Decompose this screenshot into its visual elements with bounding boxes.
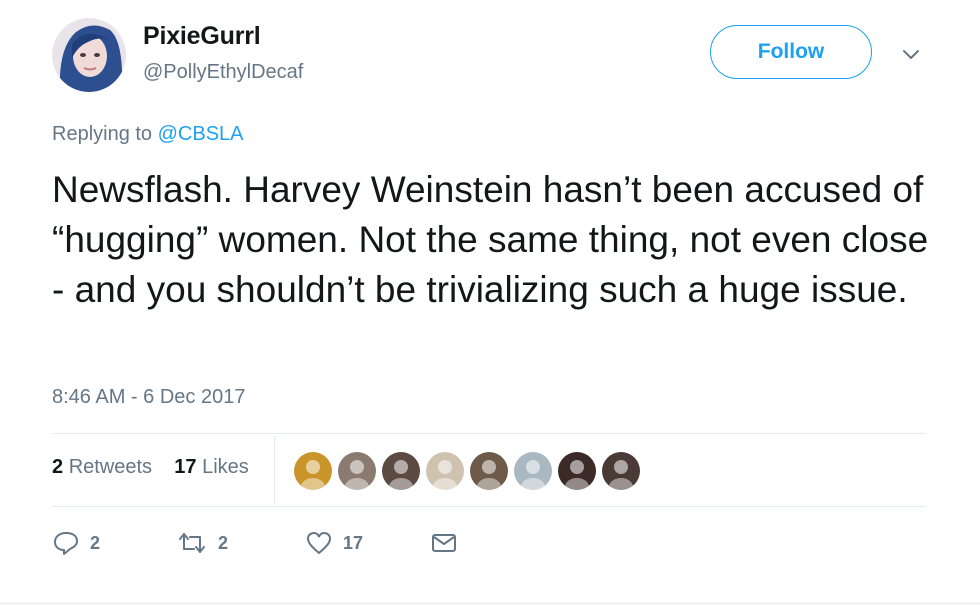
chevron-down-icon[interactable] <box>896 40 926 70</box>
tweet-text: Newsflash. Harvey Weinstein hasn’t been … <box>52 169 929 310</box>
liker-avatar-4[interactable] <box>424 450 466 492</box>
avatar[interactable] <box>52 18 126 92</box>
retweets-stat[interactable]: 2 Retweets <box>52 456 152 478</box>
like-count: 17 <box>343 532 364 553</box>
direct-message-action[interactable] <box>430 528 458 558</box>
display-name[interactable]: PixieGurrl <box>143 22 261 51</box>
stats-divider <box>274 436 275 504</box>
liker-avatar-6[interactable] <box>512 450 554 492</box>
divider-bottom <box>52 506 926 507</box>
replying-to: Replying to @CBSLA <box>52 123 244 146</box>
tweet-stats: 2 Retweets 17 Likes <box>52 456 249 479</box>
mention-link[interactable]: @CBSLA <box>158 123 244 145</box>
liker-avatar-2[interactable] <box>336 450 378 492</box>
user-handle[interactable]: @PollyEthylDecaf <box>143 61 303 84</box>
likes-count: 17 <box>174 456 197 478</box>
liker-avatar-8[interactable] <box>600 450 642 492</box>
likes-label: Likes <box>202 456 249 478</box>
like-action[interactable]: 17 <box>305 528 363 558</box>
envelope-icon <box>432 534 456 552</box>
liker-avatar-3[interactable] <box>380 450 422 492</box>
timestamp[interactable]: 8:46 AM - 6 Dec 2017 <box>52 386 245 409</box>
retweets-count: 2 <box>52 456 64 478</box>
reply-icon <box>54 532 78 555</box>
divider-top <box>52 433 926 434</box>
follow-button[interactable]: Follow <box>710 25 872 79</box>
retweets-label: Retweets <box>68 456 153 478</box>
retweet-action[interactable]: 2 <box>176 528 228 558</box>
profile-photo-icon <box>52 18 126 92</box>
heart-icon <box>307 532 331 554</box>
likes-stat[interactable]: 17 Likes <box>174 456 249 478</box>
liker-avatar-7[interactable] <box>556 450 598 492</box>
retweet-icon <box>179 533 205 553</box>
liker-avatar-5[interactable] <box>468 450 510 492</box>
reply-action[interactable]: 2 <box>52 528 100 558</box>
liker-avatar-1[interactable] <box>292 450 334 492</box>
reply-count: 2 <box>90 532 101 553</box>
retweet-count: 2 <box>218 532 229 553</box>
replying-to-label: Replying to <box>52 123 153 145</box>
